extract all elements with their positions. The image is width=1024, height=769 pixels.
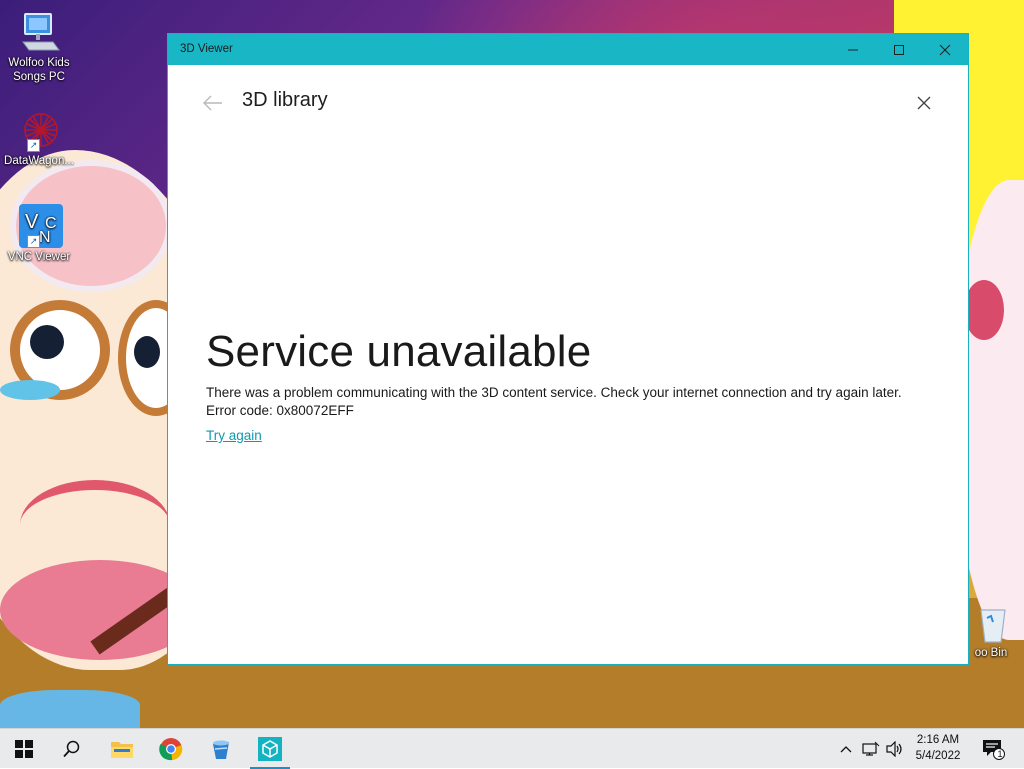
start-button[interactable] xyxy=(0,729,48,769)
svg-text:V: V xyxy=(25,211,39,233)
desktop-icon-datawagon[interactable]: ↗ DataWagon... xyxy=(0,108,78,168)
maximize-icon xyxy=(894,44,904,55)
svg-text:C: C xyxy=(45,215,57,232)
page-title: 3D library xyxy=(242,89,328,111)
title-bar[interactable]: 3D Viewer xyxy=(168,34,968,65)
try-again-link[interactable]: Try again xyxy=(206,428,262,443)
error-code: Error code: 0x80072EFF xyxy=(206,403,354,418)
taskbar-chrome[interactable] xyxy=(147,729,195,769)
action-center-button[interactable]: 1 xyxy=(978,729,1008,769)
3d-viewer-icon xyxy=(258,737,282,761)
minimize-button[interactable] xyxy=(830,34,876,65)
window-title: 3D Viewer xyxy=(180,43,233,55)
clock-date: 5/4/2022 xyxy=(915,750,961,762)
close-library-button[interactable] xyxy=(916,95,932,111)
show-hidden-icons-button[interactable] xyxy=(836,729,856,769)
datawagon-app-icon: ↗ xyxy=(15,108,63,152)
close-window-button[interactable] xyxy=(922,34,968,65)
error-heading: Service unavailable xyxy=(206,327,592,376)
clock-time: 2:16 AM xyxy=(916,734,960,746)
taskbar-3d-viewer[interactable] xyxy=(246,729,294,769)
paint-bucket-icon xyxy=(213,740,229,759)
desktop-icon-label: DataWagon... xyxy=(4,155,74,167)
close-icon xyxy=(917,96,931,110)
error-message: There was a problem communicating with t… xyxy=(206,385,902,400)
vnc-viewer-icon: V N C ↗ xyxy=(15,204,63,248)
taskbar-paint-app[interactable] xyxy=(197,729,245,769)
notification-count: 1 xyxy=(997,749,1003,759)
desktop-icon-label: Wolfoo Kids Songs PC xyxy=(8,57,70,83)
desktop-icon-wolfoo[interactable]: Wolfoo Kids Songs PC xyxy=(0,10,78,84)
app-window: 3D Viewer 3D library Service unavailable… xyxy=(167,33,969,665)
file-explorer-icon xyxy=(111,742,133,758)
chrome-icon xyxy=(159,738,183,761)
desktop-icon-label: oo Bin xyxy=(974,647,1008,659)
chevron-up-icon xyxy=(840,746,852,753)
wallpaper-character-mouth xyxy=(20,480,170,570)
error-panel: Service unavailable There was a problem … xyxy=(206,326,946,445)
network-icon xyxy=(862,741,880,756)
desktop-icon-label: VNC Viewer xyxy=(7,251,71,263)
network-status-button[interactable] xyxy=(860,729,882,769)
close-icon xyxy=(939,44,951,55)
start-icon xyxy=(15,740,33,758)
maximize-button[interactable] xyxy=(876,34,922,65)
recycle-bin-icon xyxy=(971,604,1011,644)
desktop-icon-vnc-viewer[interactable]: V N C ↗ VNC Viewer xyxy=(0,204,78,264)
search-icon xyxy=(63,740,80,758)
content-header: 3D library xyxy=(168,65,968,145)
back-arrow-icon xyxy=(203,95,222,111)
taskbar-clock[interactable]: 2:16 AM 5/4/2022 xyxy=(908,732,968,764)
volume-button[interactable] xyxy=(884,729,906,769)
search-button[interactable] xyxy=(48,729,96,769)
taskbar: 2:16 AM 5/4/2022 1 xyxy=(0,728,1024,769)
minimize-icon xyxy=(848,49,858,50)
taskbar-file-explorer[interactable] xyxy=(98,729,146,769)
wallpaper-character-tear xyxy=(0,380,60,400)
wallpaper-blue-shape xyxy=(0,690,140,728)
volume-icon xyxy=(886,741,902,757)
back-button[interactable] xyxy=(202,95,224,111)
computer-icon xyxy=(15,10,63,54)
